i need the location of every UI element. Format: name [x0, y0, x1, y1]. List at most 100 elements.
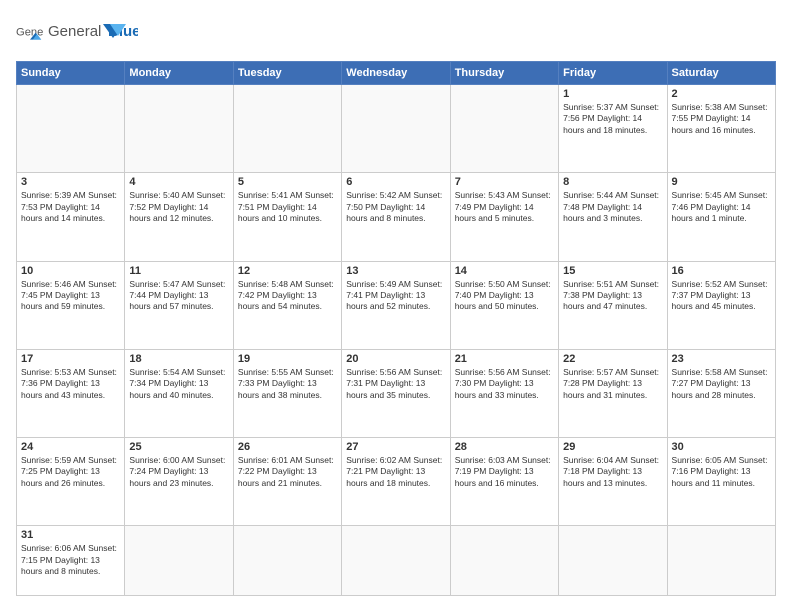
calendar-cell: 6 Sunrise: 5:42 AM Sunset: 7:50 PM Daylig…	[342, 173, 450, 261]
calendar-cell: 14 Sunrise: 5:50 AM Sunset: 7:40 PM Dayli…	[450, 261, 558, 349]
calendar-cell: 5 Sunrise: 5:41 AM Sunset: 7:51 PM Daylig…	[233, 173, 341, 261]
calendar-cell: 27 Sunrise: 6:02 AM Sunset: 7:21 PM Dayli…	[342, 438, 450, 526]
day-number: 21	[455, 353, 554, 365]
day-info: Sunrise: 6:06 AM Sunset: 7:15 PM Dayligh…	[21, 543, 120, 577]
calendar-week-1: 1Sunrise: 5:37 AM Sunset: 7:56 PM Daylig…	[17, 85, 776, 173]
day-number: 26	[238, 441, 337, 453]
calendar-cell: 13Sunrise: 5:49 AM Sunset: 7:41 PM Dayli…	[342, 261, 450, 349]
day-info: Sunrise: 5:39 AM Sunset: 7:53 PM Dayligh…	[21, 190, 120, 224]
calendar-cell: 16Sunrise: 5:52 AM Sunset: 7:37 PM Dayli…	[667, 261, 775, 349]
day-info: Sunrise: 5:49 AM Sunset: 7:41 PM Dayligh…	[346, 279, 445, 313]
day-info: Sunrise: 6:03 AM Sunset: 7:19 PM Dayligh…	[455, 455, 554, 489]
day-number: 16	[672, 265, 771, 277]
day-info: Sunrise: 6:04 AM Sunset: 7:18 PM Dayligh…	[563, 455, 662, 489]
day-info: Sunrise: 5:50 AM Sunset: 7:40 PM Dayligh…	[455, 279, 554, 313]
calendar-week-6: 31 Sunrise: 6:06 AM Sunset: 7:15 PM Dayli…	[17, 526, 776, 596]
day-number: 9	[672, 176, 771, 188]
day-number: 5	[238, 176, 337, 188]
day-info: Sunrise: 5:55 AM Sunset: 7:33 PM Dayligh…	[238, 367, 337, 401]
calendar-cell: 31 Sunrise: 6:06 AM Sunset: 7:15 PM Dayli…	[17, 526, 125, 596]
day-info: Sunrise: 6:01 AM Sunset: 7:22 PM Dayligh…	[238, 455, 337, 489]
calendar-cell: 26 Sunrise: 6:01 AM Sunset: 7:22 PM Dayli…	[233, 438, 341, 526]
day-number: 23	[672, 353, 771, 365]
calendar-cell: 7Sunrise: 5:43 AM Sunset: 7:49 PM Daylig…	[450, 173, 558, 261]
calendar-cell: 30Sunrise: 6:05 AM Sunset: 7:16 PM Dayli…	[667, 438, 775, 526]
svg-text:General: General	[16, 26, 44, 38]
day-number: 6	[346, 176, 445, 188]
day-number: 29	[563, 441, 662, 453]
day-info: Sunrise: 5:42 AM Sunset: 7:50 PM Dayligh…	[346, 190, 445, 224]
logo-text: General Blue	[48, 16, 138, 51]
calendar-cell: 15 Sunrise: 5:51 AM Sunset: 7:38 PM Dayli…	[559, 261, 667, 349]
day-info: Sunrise: 5:54 AM Sunset: 7:34 PM Dayligh…	[129, 367, 228, 401]
day-number: 28	[455, 441, 554, 453]
day-number: 12	[238, 265, 337, 277]
weekday-header-friday: Friday	[559, 62, 667, 85]
day-number: 25	[129, 441, 228, 453]
calendar-cell	[667, 526, 775, 596]
day-number: 8	[563, 176, 662, 188]
svg-text:General: General	[48, 23, 101, 40]
calendar-week-2: 3 Sunrise: 5:39 AM Sunset: 7:53 PM Daylig…	[17, 173, 776, 261]
day-number: 10	[21, 265, 120, 277]
weekday-header-wednesday: Wednesday	[342, 62, 450, 85]
day-info: Sunrise: 5:56 AM Sunset: 7:30 PM Dayligh…	[455, 367, 554, 401]
day-info: Sunrise: 5:48 AM Sunset: 7:42 PM Dayligh…	[238, 279, 337, 313]
weekday-header-thursday: Thursday	[450, 62, 558, 85]
calendar-cell: 24 Sunrise: 5:59 AM Sunset: 7:25 PM Dayli…	[17, 438, 125, 526]
day-info: Sunrise: 5:51 AM Sunset: 7:38 PM Dayligh…	[563, 279, 662, 313]
calendar-cell: 18 Sunrise: 5:54 AM Sunset: 7:34 PM Dayli…	[125, 349, 233, 437]
day-number: 15	[563, 265, 662, 277]
calendar-cell	[233, 526, 341, 596]
day-info: Sunrise: 5:45 AM Sunset: 7:46 PM Dayligh…	[672, 190, 771, 224]
day-number: 14	[455, 265, 554, 277]
calendar-cell: 28 Sunrise: 6:03 AM Sunset: 7:19 PM Dayli…	[450, 438, 558, 526]
weekday-header-sunday: Sunday	[17, 62, 125, 85]
calendar-cell: 23 Sunrise: 5:58 AM Sunset: 7:27 PM Dayli…	[667, 349, 775, 437]
calendar-cell: 25Sunrise: 6:00 AM Sunset: 7:24 PM Dayli…	[125, 438, 233, 526]
day-number: 19	[238, 353, 337, 365]
day-info: Sunrise: 5:47 AM Sunset: 7:44 PM Dayligh…	[129, 279, 228, 313]
day-number: 17	[21, 353, 120, 365]
calendar-cell: 21 Sunrise: 5:56 AM Sunset: 7:30 PM Dayli…	[450, 349, 558, 437]
calendar-cell	[559, 526, 667, 596]
day-number: 11	[129, 265, 228, 277]
day-info: Sunrise: 5:58 AM Sunset: 7:27 PM Dayligh…	[672, 367, 771, 401]
calendar-cell: 3 Sunrise: 5:39 AM Sunset: 7:53 PM Daylig…	[17, 173, 125, 261]
weekday-header-monday: Monday	[125, 62, 233, 85]
weekday-header-saturday: Saturday	[667, 62, 775, 85]
calendar-cell	[450, 85, 558, 173]
day-number: 22	[563, 353, 662, 365]
calendar-table: SundayMondayTuesdayWednesdayThursdayFrid…	[16, 61, 776, 596]
calendar-cell	[125, 85, 233, 173]
calendar-cell	[342, 85, 450, 173]
day-info: Sunrise: 5:44 AM Sunset: 7:48 PM Dayligh…	[563, 190, 662, 224]
day-number: 24	[21, 441, 120, 453]
day-number: 20	[346, 353, 445, 365]
day-info: Sunrise: 5:40 AM Sunset: 7:52 PM Dayligh…	[129, 190, 228, 224]
day-number: 18	[129, 353, 228, 365]
calendar-cell	[342, 526, 450, 596]
calendar-cell: 2 Sunrise: 5:38 AM Sunset: 7:55 PM Daylig…	[667, 85, 775, 173]
logo: General General Blue	[16, 16, 138, 51]
calendar-cell: 29 Sunrise: 6:04 AM Sunset: 7:18 PM Dayli…	[559, 438, 667, 526]
day-info: Sunrise: 6:05 AM Sunset: 7:16 PM Dayligh…	[672, 455, 771, 489]
day-info: Sunrise: 5:41 AM Sunset: 7:51 PM Dayligh…	[238, 190, 337, 224]
header: General General Blue	[16, 16, 776, 51]
day-number: 1	[563, 88, 662, 100]
day-number: 3	[21, 176, 120, 188]
day-number: 2	[672, 88, 771, 100]
day-info: Sunrise: 6:02 AM Sunset: 7:21 PM Dayligh…	[346, 455, 445, 489]
calendar-cell	[450, 526, 558, 596]
day-number: 27	[346, 441, 445, 453]
day-number: 31	[21, 529, 120, 541]
page: General General Blue SundayMondayTuesday…	[0, 0, 792, 612]
calendar-cell: 1Sunrise: 5:37 AM Sunset: 7:56 PM Daylig…	[559, 85, 667, 173]
day-number: 7	[455, 176, 554, 188]
logo-icon: General	[16, 20, 44, 48]
day-info: Sunrise: 5:38 AM Sunset: 7:55 PM Dayligh…	[672, 102, 771, 136]
day-info: Sunrise: 5:57 AM Sunset: 7:28 PM Dayligh…	[563, 367, 662, 401]
day-info: Sunrise: 5:59 AM Sunset: 7:25 PM Dayligh…	[21, 455, 120, 489]
calendar-week-3: 10Sunrise: 5:46 AM Sunset: 7:45 PM Dayli…	[17, 261, 776, 349]
calendar-cell: 20Sunrise: 5:56 AM Sunset: 7:31 PM Dayli…	[342, 349, 450, 437]
